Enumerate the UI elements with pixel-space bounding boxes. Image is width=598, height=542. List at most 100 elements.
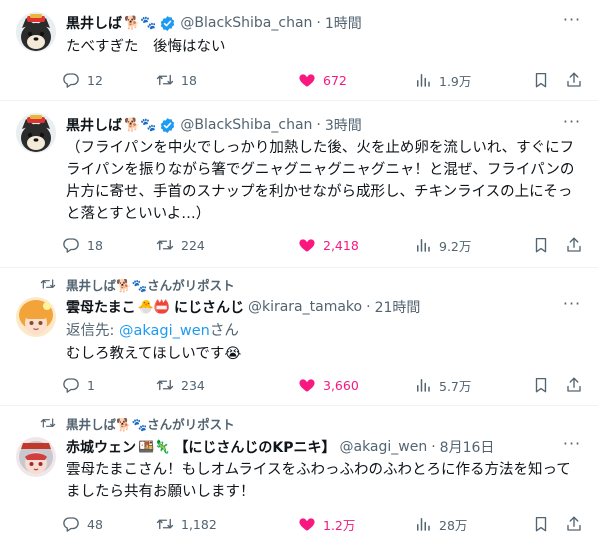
reply-button[interactable]: 18 [62, 236, 103, 254]
author-affiliation: にじさんじ [173, 300, 244, 316]
author-name[interactable]: 雲母たまこ [66, 297, 136, 317]
reply-count: 12 [87, 72, 103, 88]
tweet-text: たべすぎた 後悔はない [66, 39, 226, 55]
repost-icon [156, 236, 174, 254]
like-count: 1.2万 [323, 517, 356, 533]
like-button[interactable]: 1.2万 [298, 515, 355, 534]
more-icon[interactable]: ··· [562, 296, 582, 317]
separator-dot: · [316, 117, 321, 133]
share-button[interactable] [565, 515, 590, 533]
reply-count: 48 [87, 516, 103, 532]
avatar[interactable] [16, 297, 56, 337]
repost-icon [156, 515, 174, 533]
reply-icon [62, 376, 80, 394]
repost-context[interactable]: 黒井しば🐕🐾さんがリポスト [66, 414, 235, 432]
reply-suffix: さん [209, 323, 239, 339]
repost-button[interactable]: 1,182 [156, 515, 217, 533]
repost-button[interactable]: 18 [156, 71, 197, 89]
tweet[interactable]: 黒井しば🐕🐾さんがリポスト 赤城ウェン 🍱🦎 【にじさんじのKPニキ】 @aka… [0, 406, 598, 542]
author-handle[interactable]: @kirara_tamako [248, 299, 362, 315]
avatar[interactable] [16, 113, 56, 153]
view-count: 1.9万 [439, 73, 472, 89]
views-button[interactable]: 5.7万 [414, 376, 471, 395]
tweet-timestamp[interactable]: 3時間 [325, 115, 362, 135]
repost-count: 224 [181, 237, 205, 253]
bookmark-button[interactable] [532, 376, 557, 394]
share-icon [565, 376, 583, 394]
tweet-header: 雲母たまこ 🐣📛 にじさんじ @kirara_tamako · 21時間 [66, 297, 420, 317]
bookmark-button[interactable] [532, 236, 557, 254]
views-button[interactable]: 9.2万 [414, 236, 471, 255]
separator-dot: · [431, 439, 436, 455]
views-button[interactable]: 1.9万 [414, 71, 471, 90]
like-count: 2,418 [323, 237, 359, 253]
repost-icon [40, 415, 56, 431]
tweet-timestamp[interactable]: 21時間 [375, 297, 421, 317]
like-count: 3,660 [323, 377, 359, 393]
share-icon [565, 515, 583, 533]
author-affiliation: 【にじさんじのKPニキ】 [174, 440, 336, 456]
author-handle[interactable]: @akagi_wen [339, 439, 427, 455]
bookmark-icon [532, 376, 550, 394]
tweet-header: 黒井しば 🐕🐾 @BlackShiba_chan · 3時間 [66, 115, 362, 135]
repost-icon [40, 276, 56, 292]
author-name[interactable]: 赤城ウェン [66, 437, 136, 457]
reply-count: 18 [87, 237, 103, 253]
like-button[interactable]: 2,418 [298, 236, 359, 254]
like-button[interactable]: 3,660 [298, 376, 359, 394]
tweet[interactable]: 黒井しば 🐕🐾 @BlackShiba_chan · 1時間 ··· たべすぎた… [0, 0, 598, 100]
heart-icon [298, 515, 316, 533]
separator-dot: · [316, 15, 321, 31]
author-name-emoji: 🍱🦎 [138, 439, 171, 455]
share-button[interactable] [565, 376, 590, 394]
view-count: 9.2万 [439, 238, 472, 254]
repost-context[interactable]: 黒井しば🐕🐾さんがリポスト [66, 275, 235, 293]
tweet-text: むしろ教えてほしいです😭 [66, 346, 242, 362]
tweet-actions: 18 224 2,418 9.2万 [60, 235, 590, 255]
more-icon[interactable]: ··· [562, 436, 582, 457]
tweet-actions: 48 1,182 1.2万 28万 [60, 514, 590, 534]
avatar[interactable] [16, 437, 56, 477]
more-icon[interactable]: ··· [562, 114, 582, 135]
reply-button[interactable]: 48 [62, 515, 103, 533]
like-button[interactable]: 672 [298, 71, 347, 89]
views-button[interactable]: 28万 [414, 515, 467, 534]
tweet[interactable]: 黒井しば 🐕🐾 @BlackShiba_chan · 3時間 ··· （フライパ… [0, 101, 598, 267]
views-icon [414, 71, 432, 89]
verified-badge-icon [159, 15, 176, 32]
like-count: 672 [323, 72, 347, 88]
tweet-timestamp[interactable]: 1時間 [325, 13, 362, 33]
author-name[interactable]: 黒井しば [66, 115, 122, 135]
reply-button[interactable]: 12 [62, 71, 103, 89]
avatar[interactable] [16, 12, 56, 52]
views-icon [414, 236, 432, 254]
reply-context: 返信先: @akagi_wenさん [66, 319, 239, 340]
repost-button[interactable]: 234 [156, 376, 205, 394]
reply-target-link[interactable]: @akagi_wen [119, 323, 210, 339]
separator-dot: · [366, 299, 371, 315]
reply-button[interactable]: 1 [62, 376, 95, 394]
reply-count: 1 [87, 377, 95, 393]
heart-icon [298, 236, 316, 254]
heart-icon [298, 71, 316, 89]
bookmark-button[interactable] [532, 515, 557, 533]
tweet[interactable]: 黒井しば🐕🐾さんがリポスト 雲母たまこ 🐣📛 にじさんじ @kirara_tam… [0, 268, 598, 405]
repost-count: 234 [181, 377, 205, 393]
more-icon[interactable]: ··· [562, 12, 582, 33]
tweet-actions: 12 18 672 1.9万 [60, 70, 590, 90]
bookmark-button[interactable] [532, 71, 557, 89]
repost-count: 1,182 [181, 516, 217, 532]
verified-badge-icon [159, 117, 176, 134]
share-button[interactable] [565, 236, 590, 254]
reply-prefix: 返信先: [66, 323, 119, 339]
share-icon [565, 236, 583, 254]
tweet-header: 赤城ウェン 🍱🦎 【にじさんじのKPニキ】 @akagi_wen · 8月16日 [66, 437, 494, 457]
tweet-text: 雲母たまこさん！もしオムライスをふわっふわのふわとろに作る方法を知ってましたら共… [66, 462, 571, 500]
author-name[interactable]: 黒井しば [66, 13, 122, 33]
repost-button[interactable]: 224 [156, 236, 205, 254]
repost-context-label: 黒井しば🐕🐾さんがリポスト [66, 277, 235, 293]
author-handle[interactable]: @BlackShiba_chan [180, 117, 312, 133]
tweet-timestamp[interactable]: 8月16日 [440, 437, 495, 457]
share-button[interactable] [565, 71, 590, 89]
author-handle[interactable]: @BlackShiba_chan [180, 15, 312, 31]
